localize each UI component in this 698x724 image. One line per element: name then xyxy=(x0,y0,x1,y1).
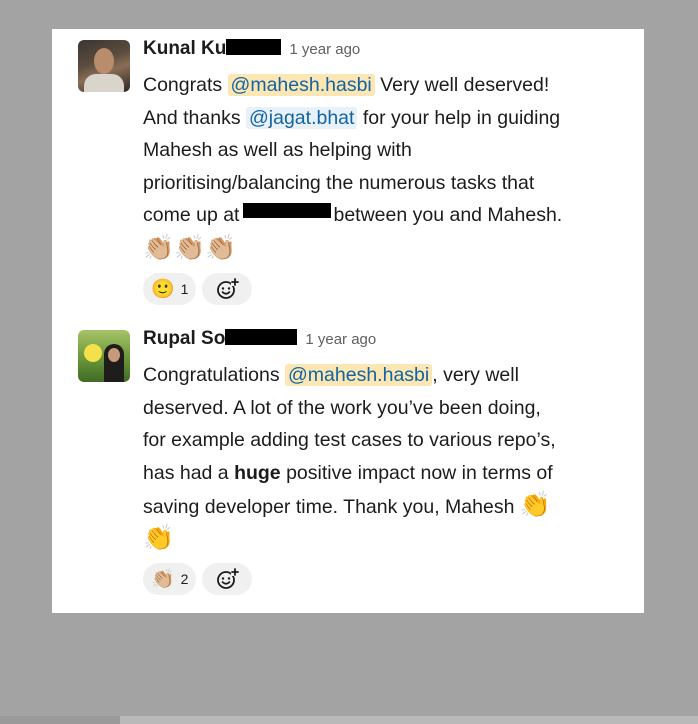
message-header: Rupal So 1 year ago xyxy=(143,328,376,354)
message-body: Congrats @mahesh.hasbi Very well deserve… xyxy=(143,69,633,265)
message-card: Kunal Ku 1 year ago Congrats @mahesh.hasb… xyxy=(52,29,644,613)
message-header: Kunal Ku 1 year ago xyxy=(143,38,360,64)
message-line: deserved. A lot of the work you’ve been … xyxy=(143,396,541,419)
redacted-name xyxy=(225,329,298,345)
timestamp[interactable]: 1 year ago xyxy=(289,41,360,58)
message-line: And thanks @jagat.bhat for your help in … xyxy=(143,102,633,135)
text: saving developer time. Thank you, Mahesh xyxy=(143,496,520,519)
avatar-flower xyxy=(84,344,102,362)
add-reaction-button[interactable] xyxy=(202,563,253,595)
window-bottom-bar xyxy=(0,716,698,724)
author-name[interactable]: Rupal So xyxy=(143,328,225,349)
reaction-pill[interactable]: 👏🏼 2 xyxy=(143,563,197,595)
mention-link[interactable]: @jagat.bhat xyxy=(245,106,358,129)
clap-emoji: 👏🏼 xyxy=(151,569,175,590)
text: positive impact now in terms of xyxy=(280,461,553,484)
text: Congratulations xyxy=(143,364,286,386)
text: has had a xyxy=(143,461,235,484)
reaction-count: 2 xyxy=(180,571,189,587)
avatar[interactable] xyxy=(78,330,130,382)
message-line: has had a huge positive impact now in te… xyxy=(143,457,633,490)
reactions-bar: 🙂 1 xyxy=(143,273,253,307)
smile-emoji: 🙂 xyxy=(151,279,175,300)
add-reaction-button[interactable] xyxy=(202,273,253,305)
avatar-face xyxy=(94,48,114,74)
mention-link[interactable]: @mahesh.hasbi xyxy=(285,364,433,386)
reactions-bar: 👏🏼 2 xyxy=(143,563,253,597)
text: Congrats xyxy=(143,74,228,96)
author-name[interactable]: Kunal Ku xyxy=(143,38,226,59)
clap-emoji-line: 👏🏼👏🏼👏🏼 xyxy=(143,233,237,262)
bold-text: huge xyxy=(234,461,281,484)
add-reaction-icon xyxy=(217,278,240,299)
message-line: come up at between you and Mahesh. xyxy=(143,199,633,232)
message-line: for example adding test cases to various… xyxy=(143,429,556,452)
clap-emoji-line: 👏 xyxy=(143,523,175,552)
redacted-text xyxy=(243,203,332,219)
text: come up at xyxy=(143,204,240,227)
message-line: Congrats @mahesh.hasbi Very well deserve… xyxy=(143,69,633,102)
message-line: saving developer time. Thank you, Mahesh… xyxy=(143,489,633,522)
message-body: Congratulations @mahesh.hasbi, very well… xyxy=(143,359,633,555)
reaction-pill[interactable]: 🙂 1 xyxy=(143,273,197,305)
avatar-shirt xyxy=(84,74,124,92)
bottom-tab xyxy=(0,716,120,724)
text: for your help in guiding xyxy=(357,106,561,129)
clap-emoji: 👏 xyxy=(519,491,551,520)
text: And thanks xyxy=(143,106,246,129)
timestamp[interactable]: 1 year ago xyxy=(305,331,376,348)
reaction-count: 1 xyxy=(180,281,189,297)
avatar-face xyxy=(108,348,120,362)
text: between you and Mahesh. xyxy=(333,204,563,227)
message-line: Mahesh as well as helping with xyxy=(143,139,412,162)
add-reaction-icon xyxy=(217,568,240,589)
text: Very well deserved! xyxy=(374,74,550,96)
redacted-name xyxy=(226,39,282,55)
text: , very well xyxy=(432,364,519,386)
mention-link[interactable]: @mahesh.hasbi xyxy=(227,74,375,96)
avatar[interactable] xyxy=(78,40,130,92)
message-line: prioritising/balancing the numerous task… xyxy=(143,171,535,194)
message-line: Congratulations @mahesh.hasbi, very well xyxy=(143,359,633,392)
